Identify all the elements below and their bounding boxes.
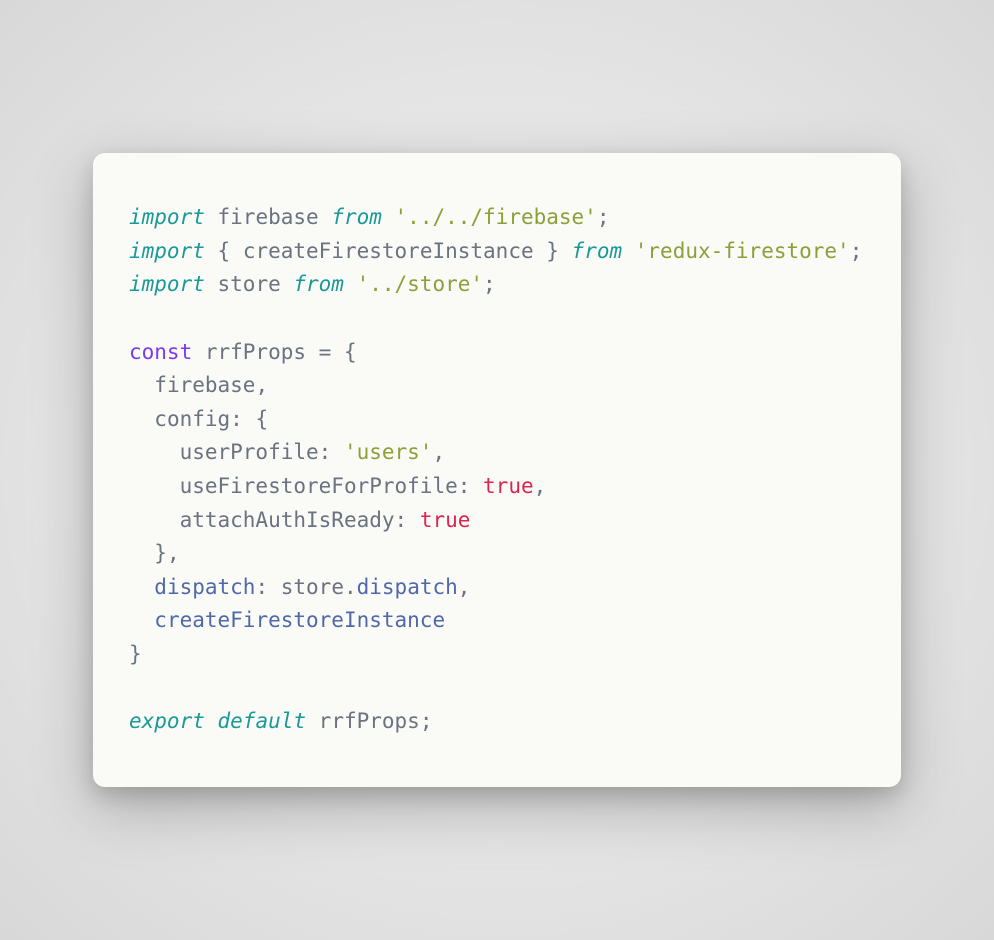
code-token: from xyxy=(293,272,356,296)
code-token: ; xyxy=(597,205,610,229)
code-token: userProfile xyxy=(129,440,319,464)
code-token: : xyxy=(255,575,280,599)
code-token: firebase xyxy=(129,373,255,397)
code-token: , xyxy=(458,575,471,599)
code-token: config xyxy=(129,407,230,431)
code-token: '../store' xyxy=(357,272,483,296)
code-token: : xyxy=(395,508,420,532)
code-token: const xyxy=(129,340,205,364)
code-token: } xyxy=(129,541,167,565)
code-token: from xyxy=(572,239,635,263)
code-token: true xyxy=(420,508,471,532)
code-token: attachAuthIsReady xyxy=(129,508,395,532)
code-token: : xyxy=(319,440,344,464)
code-token: , xyxy=(167,541,180,565)
code-token: useFirestoreForProfile xyxy=(129,474,458,498)
code-token: } xyxy=(129,642,142,666)
code-token: , xyxy=(432,440,445,464)
code-token: '../../firebase' xyxy=(395,205,597,229)
code-token: ; xyxy=(483,272,496,296)
code-token: rrfProps xyxy=(319,709,420,733)
code-token: { xyxy=(218,239,243,263)
code-token: createFirestoreInstance xyxy=(243,239,534,263)
code-token: rrfProps xyxy=(205,340,306,364)
code-token: store xyxy=(218,272,294,296)
code-token: import xyxy=(129,205,218,229)
code-token: true xyxy=(483,474,534,498)
code-token: ; xyxy=(420,709,433,733)
code-token: : xyxy=(458,474,483,498)
code-card: import firebase from '../../firebase'; i… xyxy=(93,153,901,787)
code-token: import xyxy=(129,239,218,263)
code-block: import firebase from '../../firebase'; i… xyxy=(129,201,865,739)
code-token: ; xyxy=(850,239,863,263)
code-token: dispatch xyxy=(357,575,458,599)
code-token: : { xyxy=(230,407,268,431)
code-token: . xyxy=(344,575,357,599)
code-token: createFirestoreInstance xyxy=(129,608,445,632)
code-token: from xyxy=(331,205,394,229)
code-token: , xyxy=(255,373,268,397)
code-token: 'redux-firestore' xyxy=(635,239,850,263)
code-token: store xyxy=(281,575,344,599)
code-token: default xyxy=(218,709,319,733)
code-token: export xyxy=(129,709,218,733)
code-token: 'users' xyxy=(344,440,433,464)
code-token: } xyxy=(534,239,572,263)
code-token: firebase xyxy=(218,205,332,229)
code-token: , xyxy=(534,474,547,498)
code-token: dispatch xyxy=(129,575,255,599)
code-token: import xyxy=(129,272,218,296)
code-token: = { xyxy=(306,340,357,364)
